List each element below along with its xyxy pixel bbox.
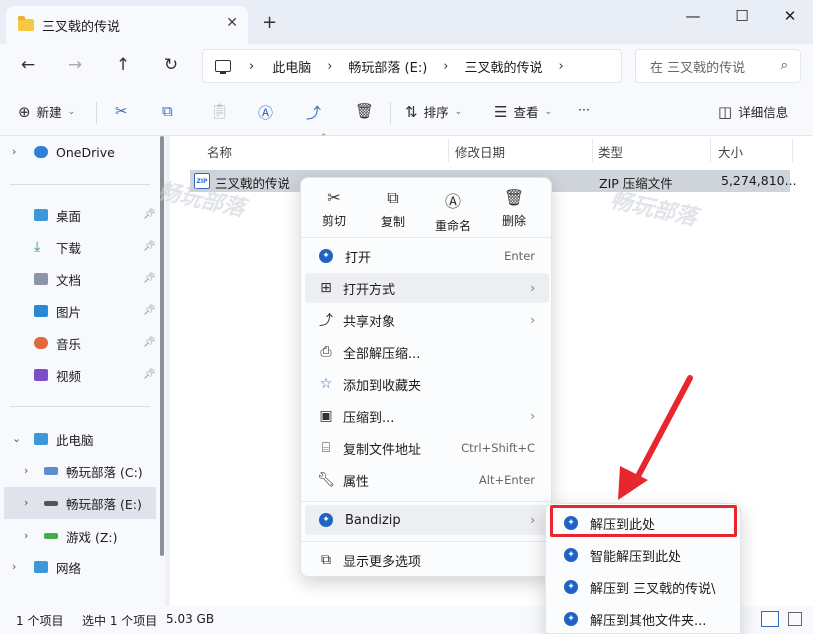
annotation-arrow xyxy=(618,375,693,500)
arrow-shaft xyxy=(633,375,693,483)
